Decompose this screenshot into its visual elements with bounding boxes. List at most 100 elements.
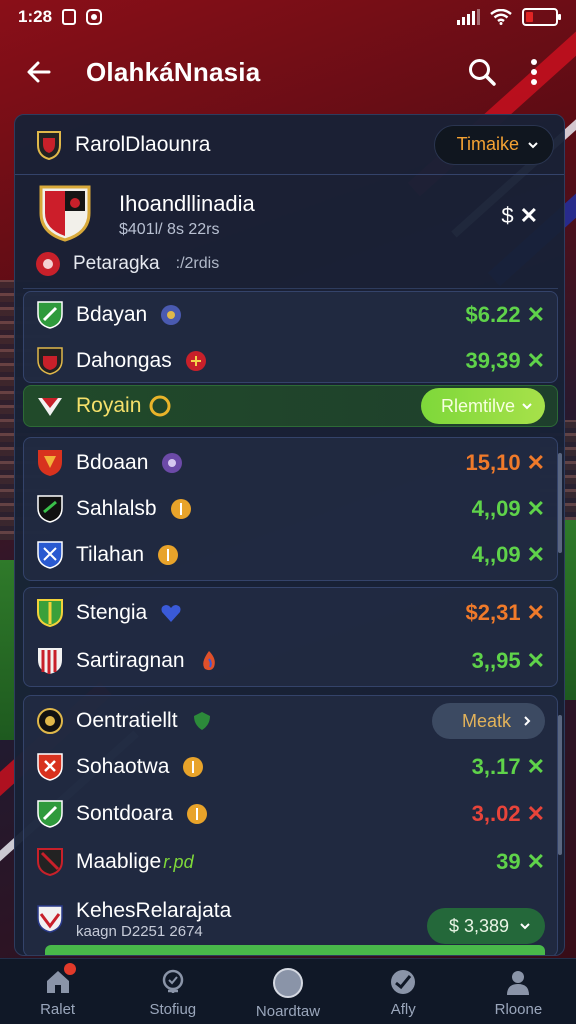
app-bar: OlahkáNnasia [0,44,576,100]
team-name: Maablige [76,850,162,873]
odds-value[interactable]: 39 ✕ [496,849,545,875]
shield-green-icon [37,301,63,329]
table-row[interactable]: Dahongas 39,39 ✕ [24,338,557,384]
chevron-down-icon [528,141,538,148]
match-subtitle: $401l/ 8s 22rs [119,221,220,238]
team-name: Sartiragnan [76,649,185,672]
odds-value[interactable]: 39,39 ✕ [466,348,546,374]
table-row[interactable]: Stengia $2,31 ✕ [24,590,557,636]
team-name: Dahongas [76,349,172,372]
highlight-row[interactable]: Royain Rlemtilve [23,385,558,427]
search-icon [469,59,496,86]
team-name: Tilahan [76,543,145,566]
shield-red-icon [38,450,62,476]
table-row[interactable]: Sohaotwa 3,.17 ✕ [24,744,557,790]
group-dropdown[interactable]: Meatk [431,703,545,739]
shield-dark-green-icon [37,495,63,523]
coin-icon [183,757,204,777]
odds-value[interactable]: 4,,09 ✕ [472,542,545,568]
shield-green-yellow-icon [37,599,63,628]
dropdown-label: Timaike [456,134,519,154]
table-row[interactable]: Bdayan $6.22 ✕ [24,292,557,338]
group-header-name: Oentratiellt [76,709,178,732]
nav-center[interactable]: Noardtaw [230,959,345,1024]
more-options-button[interactable] [514,52,554,92]
back-button[interactable] [22,55,56,89]
crest-icon [37,708,63,734]
table-row[interactable]: Maablige r.pd 39 ✕ [24,839,557,885]
notification-icon [62,9,77,25]
shield-red-icon [37,753,63,781]
coin-icon [170,499,191,519]
odds-group-2: Bdoaan 15,10 ✕ Sahlalsb 4,,09 ✕ Tilahan 4,… [23,437,558,581]
group-dropdown-label: Meatk [461,710,511,731]
shield-white-icon [37,905,63,933]
match-value-text: $ [501,203,514,228]
odds-value[interactable]: $2,31 ✕ [466,600,546,626]
table-row[interactable]: KehesRelarajata kaagn D2251 2674 $ 3,389 [24,888,557,950]
chevron-right-icon [524,716,531,726]
match-value[interactable]: $ ✕ [501,203,538,229]
coin-icon [186,804,207,824]
shield-blue-icon [37,541,63,569]
odds-group-4: Oentratiellt Meatk Sohaotwa 3,.17 ✕ Sontd… [23,695,558,955]
chevron-down-icon [520,923,530,930]
nav-label: Afly [390,1001,416,1018]
table-row[interactable]: Bdoaan 15,10 ✕ [24,440,557,486]
odds-value[interactable]: 4,,09 ✕ [472,496,545,522]
battery-icon [522,8,561,26]
group-header[interactable]: Oentratiellt Meatk [24,698,557,744]
bet-amount-button[interactable]: $ 3,389 [426,908,545,944]
featured-match[interactable]: Ihoandllinadia $401l/ 8s 22rs $ ✕ Petara… [23,179,558,289]
ball-badge-icon [36,252,60,276]
odds-value[interactable]: 15,10 ✕ [466,450,546,476]
table-row[interactable]: Sahlalsb 4,,09 ✕ [24,486,557,532]
filter-dropdown[interactable]: Timaike [433,124,554,165]
footer-name: KehesRelarajata [76,898,232,922]
status-bar: 1:28 [0,0,576,34]
league-header[interactable]: RarolDlaounra Timaike [15,115,564,175]
scrollbar[interactable] [558,453,562,553]
flame-icon [202,651,215,671]
camera-icon [86,9,103,25]
odds-group-3: Stengia $2,31 ✕ Sartiragnan 3,,95 ✕ [23,587,558,687]
bet-slip-handle[interactable] [45,945,545,955]
footer-text: KehesRelarajata kaagn D2251 2674 [76,899,231,940]
shield-badge-icon [193,712,210,730]
page-title: OlahkáNnasia [86,56,261,87]
search-button[interactable] [462,52,502,92]
team-name: Sohaotwa [76,755,170,778]
nav-home[interactable]: Ralet [0,959,115,1024]
odds-value[interactable]: 3,.17 ✕ [472,754,545,780]
odds-group-1: Bdayan $6.22 ✕ Dahongas 39,39 ✕ [23,291,558,383]
nav-profile[interactable]: Rloone [461,959,576,1024]
bottom-navigation: Ralet Stofiug Noardtaw Afly Rloone [0,958,576,1024]
match-minor-row: Petaragka :/2rdis [35,251,219,277]
team-name: Sahlalsb [76,497,157,520]
table-row[interactable]: Tilahan 4,,09 ✕ [24,532,557,578]
bet-amount-label: $ 3,389 [448,915,509,936]
highlight-dropdown[interactable]: Rlemtilve [420,388,545,424]
close-icon: ✕ [519,203,538,228]
minor-label: Petaragka [73,253,160,274]
coin-icon [158,545,179,565]
table-row[interactable]: Sontdoara 3,.02 ✕ [24,791,557,837]
odds-value[interactable]: 3,,95 ✕ [472,648,545,674]
scrollbar[interactable] [558,715,562,855]
minor-sub: :/2rdis [175,255,220,272]
signal-icon [457,9,480,25]
medal-icon [149,395,171,417]
nav-label: Stofiug [149,1001,197,1018]
activity-icon [391,970,416,994]
table-row[interactable]: Sartiragnan 3,,95 ✕ [24,638,557,684]
team-name: Bdayan [76,303,148,326]
odds-value[interactable]: $6.22 ✕ [466,302,546,328]
match-title: Ihoandllinadia [119,191,255,216]
nav-stats[interactable]: Stofiug [115,959,230,1024]
highlight-name: Royain [76,394,142,417]
nav-activity[interactable]: Afly [346,959,461,1024]
shield-green-icon [37,800,63,828]
odds-value[interactable]: 3,.02 ✕ [472,801,545,827]
notification-badge [64,963,76,975]
team-name: Stengia [76,601,148,624]
